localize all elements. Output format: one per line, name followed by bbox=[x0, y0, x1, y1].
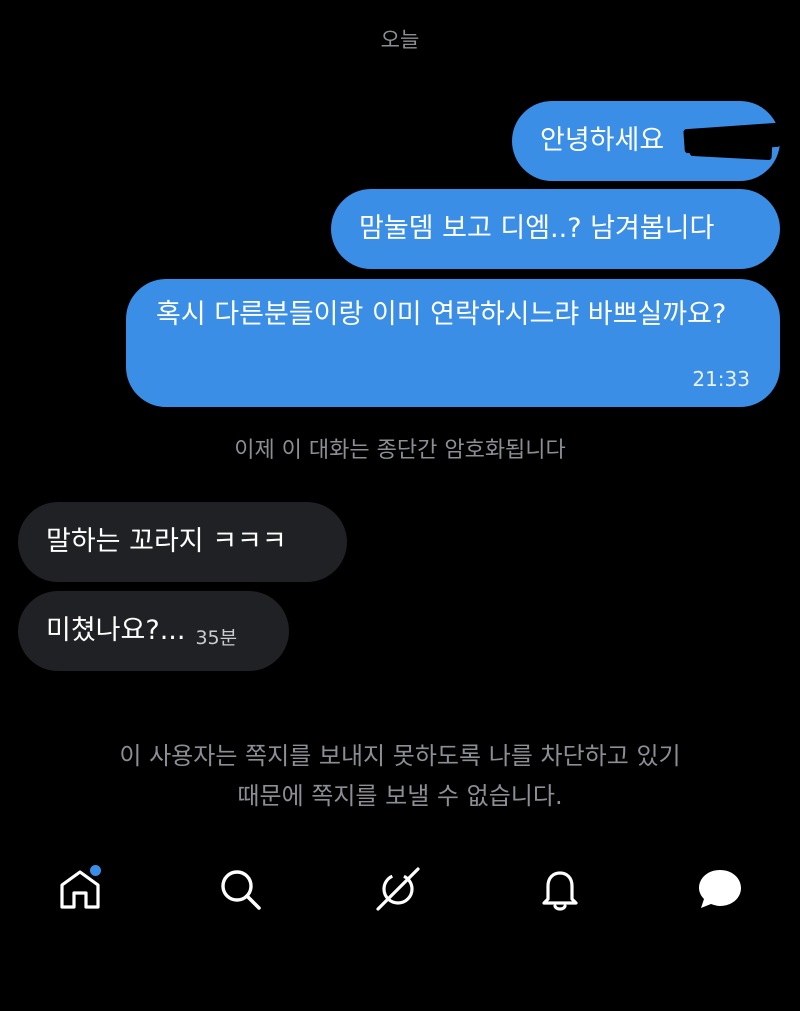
message-text: 미쳤나요?... bbox=[46, 615, 186, 646]
outgoing-message[interactable]: 맘눌뎀 보고 디엠..? 남겨봅니다 bbox=[331, 189, 780, 269]
encryption-notice: 이제 이 대화는 종단간 암호화됩니다 bbox=[234, 438, 566, 463]
message-timestamp: 21:33 bbox=[692, 367, 750, 391]
grok-icon bbox=[376, 867, 420, 911]
message-text: 안녕하세요 bbox=[540, 125, 665, 156]
message-text: 혹시 다른분들이랑 이미 연락하시느랴 바쁘실까요? bbox=[156, 299, 727, 330]
notification-badge bbox=[90, 865, 101, 876]
message-text: 맘눌뎀 보고 디엠..? 남겨봅니다 bbox=[359, 213, 715, 244]
nav-messages[interactable] bbox=[694, 863, 746, 915]
blocked-notice: 이 사용자는 쪽지를 보내지 못하도록 나를 차단하고 있기 때문에 쪽지를 보… bbox=[0, 736, 800, 816]
messages-icon bbox=[699, 870, 741, 908]
message-text: 말하는 꼬라지 ㅋㅋㅋ bbox=[46, 526, 287, 557]
nav-search[interactable] bbox=[214, 863, 266, 915]
incoming-message[interactable]: 말하는 꼬라지 ㅋㅋㅋ bbox=[18, 502, 347, 582]
incoming-message[interactable]: 미쳤나요?... 35분 bbox=[18, 591, 289, 671]
bell-icon bbox=[542, 871, 578, 911]
nav-grok[interactable] bbox=[372, 863, 424, 915]
nav-notifications[interactable] bbox=[534, 863, 586, 915]
message-timestamp: 35분 bbox=[195, 627, 238, 649]
nav-home[interactable] bbox=[54, 863, 106, 915]
bottom-navigation bbox=[0, 855, 800, 925]
dm-conversation-screen: 오늘 안녕하세요 맘눌뎀 보고 디엠..? 남겨봅니다 혹시 다른분들이랑 이미… bbox=[0, 0, 800, 1011]
outgoing-message[interactable]: 혹시 다른분들이랑 이미 연락하시느랴 바쁘실까요? 21:33 bbox=[126, 279, 780, 407]
date-separator: 오늘 bbox=[380, 28, 420, 52]
search-icon bbox=[221, 870, 261, 910]
blocked-notice-line: 때문에 쪽지를 보낼 수 없습니다. bbox=[237, 782, 563, 810]
blocked-notice-line: 이 사용자는 쪽지를 보내지 못하도록 나를 차단하고 있기 bbox=[119, 742, 681, 770]
